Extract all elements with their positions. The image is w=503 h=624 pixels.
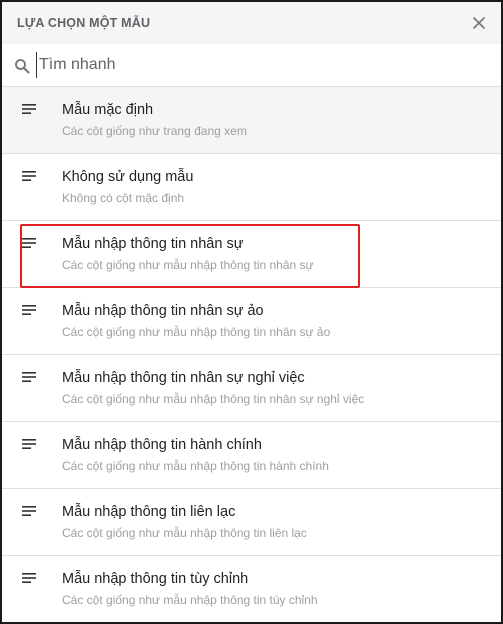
item-title: Mẫu nhập thông tin nhân sự ảo	[62, 303, 264, 319]
item-description: Các cột giống như mẫu nhập thông tin hàn…	[62, 459, 329, 473]
item-description: Các cột giống như mẫu nhập thông tin liê…	[62, 526, 307, 540]
item-title: Không sử dụng mẫu	[62, 169, 194, 185]
list-item[interactable]: Mẫu nhập thông tin hành chính Các cột gi…	[2, 422, 501, 489]
list-lines-icon	[22, 238, 36, 248]
item-title: Mẫu nhập thông tin nhân sự	[62, 236, 244, 252]
item-title: Mẫu nhập thông tin liên lạc	[62, 504, 236, 520]
list-lines-icon	[22, 506, 36, 516]
item-title: Mẫu mặc định	[62, 102, 154, 118]
list-item[interactable]: Mẫu nhập thông tin nhân sự nghỉ việc Các…	[2, 355, 501, 422]
list-item[interactable]: Không sử dụng mẫu Không có cột mặc định	[2, 154, 501, 221]
item-description: Các cột giống như mẫu nhập thông tin nhâ…	[62, 392, 365, 406]
list-item[interactable]: Mẫu nhập thông tin nhân sự ảo Các cột gi…	[2, 288, 501, 355]
item-title: Mẫu nhập thông tin tùy chỉnh	[62, 571, 249, 587]
list-item[interactable]: Mẫu nhập thông tin nhân sự Các cột giống…	[2, 221, 501, 288]
search-input[interactable]	[36, 52, 489, 78]
list-item[interactable]: Mẫu nhập thông tin liên lạc Các cột giốn…	[2, 489, 501, 556]
close-icon[interactable]	[471, 15, 487, 31]
dialog-title: LỰA CHỌN MỘT MẪU	[17, 16, 151, 30]
list-item[interactable]: Mẫu nhập thông tin tùy chỉnh Các cột giố…	[2, 556, 501, 622]
search-bar	[2, 44, 501, 87]
item-title: Mẫu nhập thông tin hành chính	[62, 437, 262, 453]
list-lines-icon	[22, 372, 36, 382]
list-lines-icon	[22, 573, 36, 583]
item-description: Các cột giống như mẫu nhập thông tin nhâ…	[62, 325, 331, 339]
item-description: Các cột giống như mẫu nhập thông tin tùy…	[62, 593, 318, 607]
list-lines-icon	[22, 305, 36, 315]
dialog-header: LỰA CHỌN MỘT MẪU	[2, 2, 501, 44]
list-lines-icon	[22, 439, 36, 449]
list-lines-icon	[22, 171, 36, 181]
list-item[interactable]: Mẫu mặc định Các cột giống như trang đan…	[2, 87, 501, 154]
template-list: Mẫu mặc định Các cột giống như trang đan…	[2, 87, 501, 622]
item-description: Các cột giống như mẫu nhập thông tin nhâ…	[62, 258, 314, 272]
list-lines-icon	[22, 104, 36, 114]
item-description: Không có cột mặc định	[62, 191, 185, 205]
search-icon	[15, 59, 30, 74]
item-title: Mẫu nhập thông tin nhân sự nghỉ việc	[62, 370, 305, 386]
template-picker-dialog: LỰA CHỌN MỘT MẪU Mẫu mặc định Các cột gi…	[0, 0, 503, 624]
item-description: Các cột giống như trang đang xem	[62, 124, 247, 138]
